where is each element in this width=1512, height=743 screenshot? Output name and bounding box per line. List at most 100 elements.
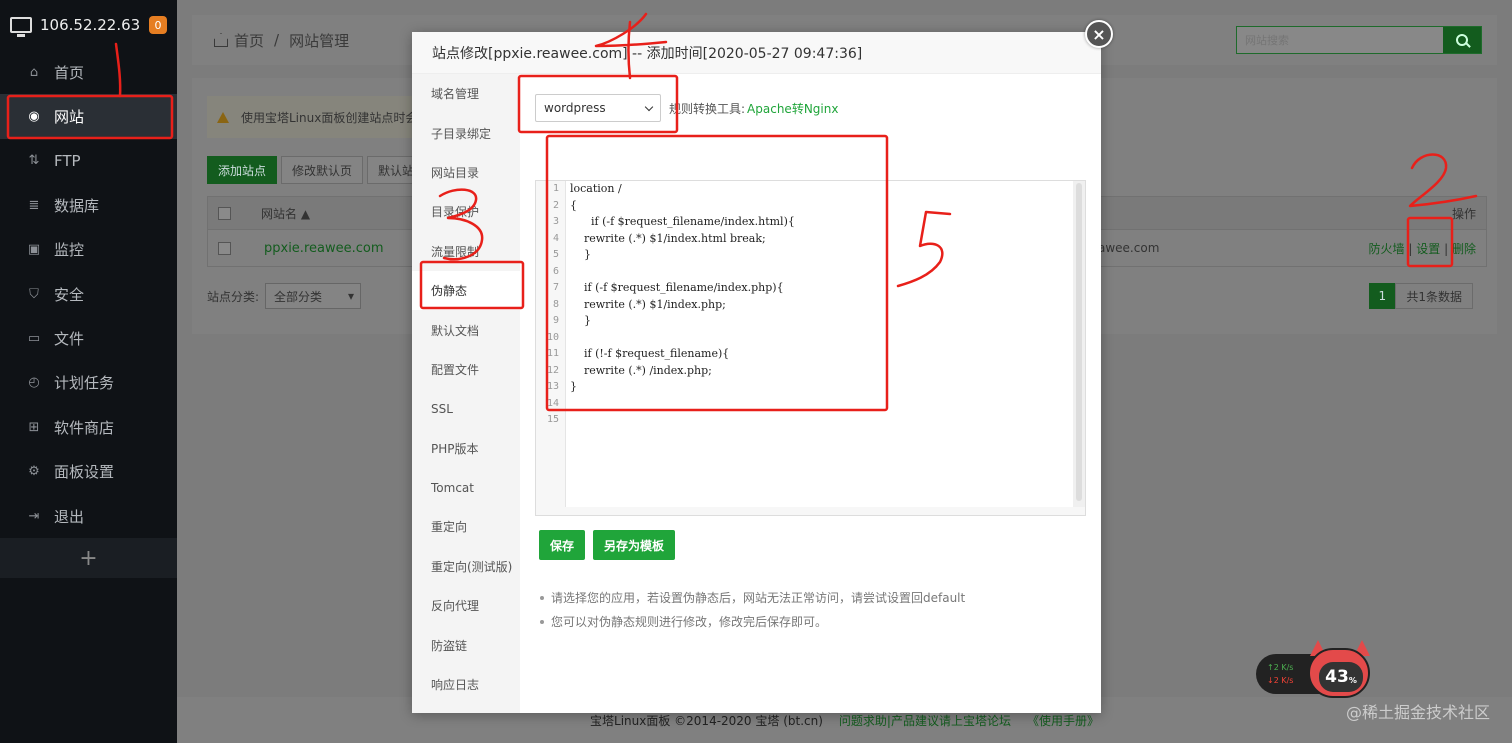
warning-icon [217,111,229,123]
category-select[interactable]: 全部分类 ▾ [265,283,362,309]
code-line: } [570,314,591,327]
sidebar-item-store[interactable]: ⊞ 软件商店 [0,405,177,449]
site-edit-dialog: 站点修改[ppxie.reawee.com] -- 添加时间[2020-05-2… [412,32,1101,713]
sidebar-item-home[interactable]: ⌂ 首页 [0,50,177,94]
category-filter: 站点分类: 全部分类 ▾ [207,283,362,309]
nav-reverse-proxy[interactable]: 反向代理 [412,586,520,625]
home-icon: ⌂ [29,64,39,80]
site-toolbar: 添加站点 修改默认页 默认站 [207,156,426,184]
code-line: { [570,198,577,212]
help-link[interactable]: 问题求助|产品建议请上宝塔论坛 [839,712,1011,729]
rewrite-template-select[interactable]: wordpress [535,94,661,122]
server-ip: 106.52.22.63 [40,16,141,34]
line-number: 14 [546,397,559,409]
code-area[interactable]: location / { if (-f $request_filename/ind… [566,181,1073,507]
search-button[interactable] [1443,27,1481,53]
line-number: 4 [552,232,559,244]
breadcrumb-separator: / [274,31,280,49]
sidebar-item-database[interactable]: ≣ 数据库 [0,183,177,227]
code-line: } [570,248,591,261]
firewall-link[interactable]: 防火墙 [1369,242,1405,256]
code-line: if (-f $request_filename/index.php){ [570,281,784,294]
save-as-template-button[interactable]: 另存为模板 [593,530,676,560]
line-number: 10 [546,331,559,343]
search-icon [1456,34,1468,46]
editor-scrollbar[interactable] [1073,181,1085,507]
line-number: 7 [552,282,559,293]
nav-default-doc[interactable]: 默认文档 [412,310,520,349]
select-all-checkbox[interactable] [218,206,231,220]
notification-badge[interactable]: 0 [149,16,167,34]
edit-default-page-button[interactable]: 修改默认页 [281,156,364,184]
cat-mascot-icon[interactable]: 43% [1306,640,1374,700]
code-line: if (!-f $request_filename){ [570,347,730,360]
tips-list: 请选择您的应用，若设置伪静态后，网站无法正常访问，请尝试设置回default 您… [538,586,965,634]
sidebar-item-monitor[interactable]: ▣ 监控 [0,228,177,272]
nav-config-file[interactable]: 配置文件 [412,350,520,389]
nav-hotlink[interactable]: 防盗链 [412,625,520,664]
line-number: 1 [552,183,559,194]
col-site-name[interactable]: 网站名 ▲ [261,205,310,222]
nav-subdir-bind[interactable]: 子目录绑定 [412,113,520,152]
chevron-down-icon: ▾ [348,289,355,303]
nav-rewrite[interactable]: 伪静态 [412,270,520,311]
filter-label: 站点分类: [207,289,260,304]
line-number: 2 [552,199,559,211]
tool-label: 规则转换工具: [669,101,746,116]
action-buttons: 保存 另存为模板 [539,530,676,560]
rewrite-editor[interactable]: 1 2 3 4 5 6 7 8 9 10 11 12 13 14 15 location /{ if (-f… [535,180,1086,516]
breadcrumb-current: 网站管理 [289,31,350,50]
sidebar-item-cron[interactable]: ◴ 计划任务 [0,361,177,405]
page-button[interactable]: 1 [1369,283,1396,309]
nav-ssl[interactable]: SSL [412,389,520,428]
add-shortcut-button[interactable]: + [0,538,177,579]
sidebar-item-ftp[interactable]: ⇅ FTP [0,139,177,183]
sidebar-item-logout[interactable]: ⇥ 退出 [0,494,177,538]
nav-site-dir[interactable]: 网站目录 [412,153,520,192]
save-button[interactable]: 保存 [539,530,586,560]
row-checkbox[interactable] [218,241,231,255]
database-icon: ≣ [28,197,40,213]
delete-link[interactable]: 删除 [1452,242,1476,256]
cat-head: 43% [1308,648,1370,698]
home-icon [214,33,228,47]
watermark: @稀土掘金技术社区 [1345,703,1490,722]
logout-icon: ⇥ [28,508,40,524]
site-name-link[interactable]: ppxie.reawee.com [264,241,384,256]
monitor-icon: ▣ [27,242,41,258]
code-line: if (-f $request_filename/index.html){ [570,215,795,228]
nav-php-version[interactable]: PHP版本 [412,429,520,468]
sidebar-item-files[interactable]: ▭ 文件 [0,316,177,360]
nav-tomcat[interactable]: Tomcat [412,468,520,507]
sidebar: 106.52.22.63 0 ⌂ 首页 ◉ 网站 ⇅ FTP ≣ 数据库 ▣ 监控 ⛉ 安全… [0,0,177,743]
nav-redirect-beta[interactable]: 重定向(测试版) [412,547,520,586]
ftp-icon: ⇅ [28,153,40,169]
line-number: 5 [552,249,559,260]
line-number: 15 [546,414,559,425]
search-input[interactable] [1237,27,1443,53]
settings-link[interactable]: 设置 [1416,242,1440,256]
sidebar-item-settings[interactable]: ⚙ 面板设置 [0,450,177,494]
gear-icon: ⚙ [28,464,40,480]
globe-icon: ◉ [28,109,40,125]
server-header: 106.52.22.63 0 [0,0,177,50]
nav-dir-protect[interactable]: 目录保护 [412,192,520,231]
pagination: 1 共1条数据 [1369,283,1473,309]
breadcrumb-home[interactable]: 首页 [234,30,264,51]
add-site-button[interactable]: 添加站点 [207,156,278,184]
close-icon[interactable]: × [1085,20,1113,48]
row-operations: 防火墙 | 设置 | 删除 [1368,241,1476,256]
apache-to-nginx-link[interactable]: Apache转Nginx [747,100,838,117]
line-number: 11 [546,348,559,359]
sidebar-item-website[interactable]: ◉ 网站 [0,94,177,139]
code-line: rewrite (.*) $1/index.html break; [570,231,766,245]
sidebar-item-security[interactable]: ⛉ 安全 [0,272,177,316]
manual-link[interactable]: 《使用手册》 [1027,712,1099,729]
nav-response-log[interactable]: 响应日志 [412,665,520,704]
dialog-title: 站点修改[ppxie.reawee.com] -- 添加时间[2020-05-2… [412,32,1101,74]
nav-redirect[interactable]: 重定向 [412,507,520,546]
nav-traffic-limit[interactable]: 流量限制 [412,232,520,271]
nav-domain[interactable]: 域名管理 [412,74,520,113]
